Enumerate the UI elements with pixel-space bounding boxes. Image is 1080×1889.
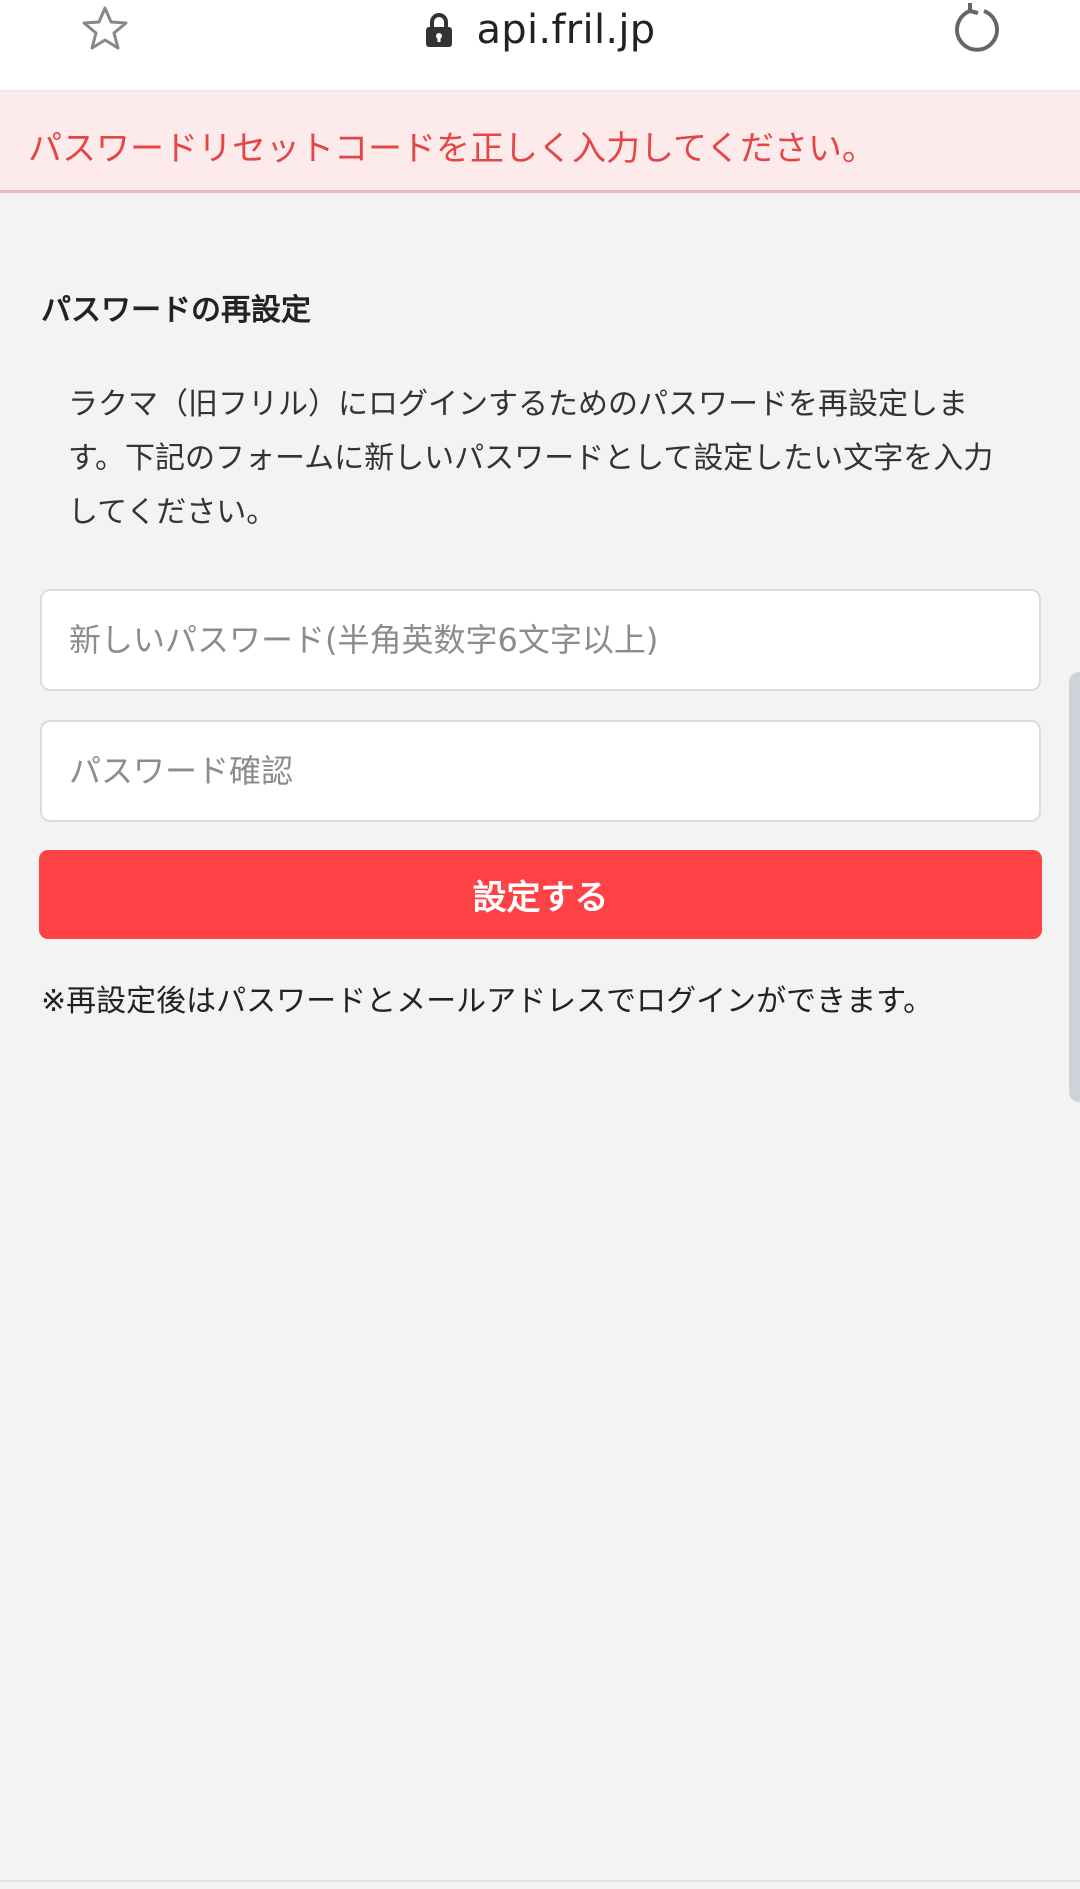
browser-toolbar: api.fril.jp (0, 0, 1080, 91)
error-alert: パスワードリセットコードを正しく入力してください。 (0, 91, 1080, 193)
confirm-password-input[interactable] (40, 720, 1041, 822)
new-password-input[interactable] (40, 589, 1041, 691)
url-text: api.fril.jp (476, 7, 656, 53)
lock-icon (426, 13, 453, 47)
scrollbar[interactable] (1069, 672, 1080, 1102)
description-text: ラクマ（旧フリル）にログインするためのパスワードを再設定します。下記のフォームに… (68, 387, 994, 530)
error-message: パスワードリセットコードを正しく入力してください。 (28, 129, 876, 169)
login-note: ※再設定後はパスワードとメールアドレスでログインができます。 (41, 984, 934, 1019)
page-title: パスワードの再設定 (41, 293, 311, 328)
reload-icon[interactable] (948, 2, 1004, 58)
divider (0, 1880, 1080, 1882)
address-bar[interactable]: api.fril.jp (0, 0, 1080, 60)
submit-button[interactable]: 設定する (39, 850, 1042, 939)
